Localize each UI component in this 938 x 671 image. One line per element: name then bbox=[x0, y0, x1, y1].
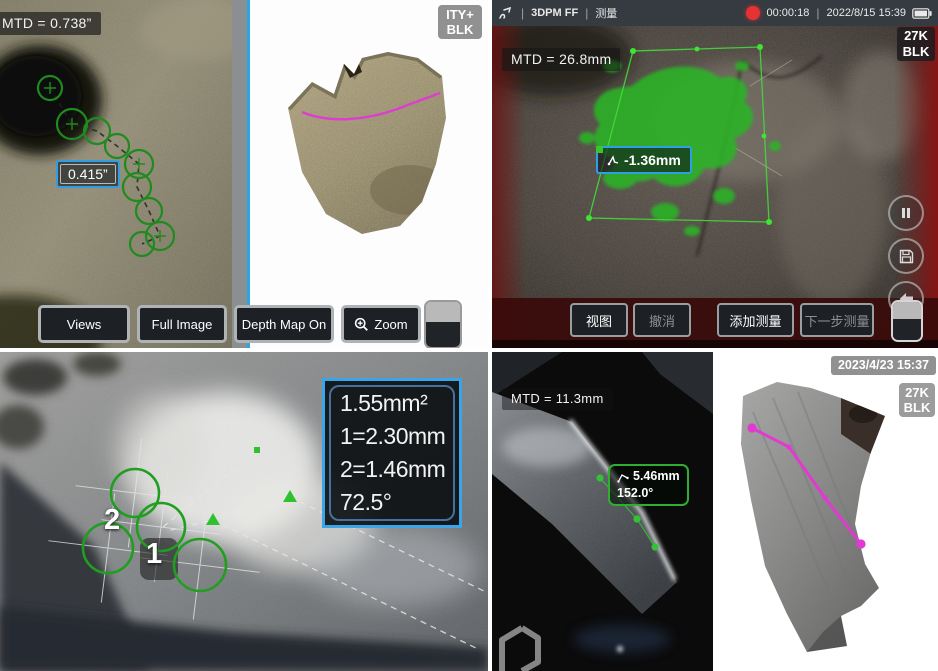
mtd-readout: MTD = 26.8mm bbox=[502, 48, 620, 71]
length2-result: 2=1.46mm bbox=[340, 453, 444, 486]
zoom-button-label: Zoom bbox=[374, 317, 407, 332]
image-mode-badge: ITY+ BLK bbox=[438, 5, 482, 39]
angle-result: 72.5° bbox=[340, 486, 444, 519]
next-measurement-button[interactable]: 下一步测量 bbox=[800, 303, 874, 337]
cursor-number-2: 2 bbox=[104, 504, 120, 537]
record-indicator-icon bbox=[746, 6, 760, 20]
point-cloud-area-a[interactable] bbox=[250, 0, 488, 348]
depth-map-button[interactable]: Depth Map On bbox=[234, 305, 334, 343]
length1-result: 1=2.30mm bbox=[340, 420, 444, 453]
save-icon bbox=[899, 249, 914, 264]
battery-icon bbox=[912, 8, 932, 19]
badge-line-2: BLK bbox=[903, 400, 931, 415]
mtd-readout: MTD = 11.3mm bbox=[502, 388, 613, 410]
views-button[interactable]: Views bbox=[38, 305, 130, 343]
badge-line-2: BLK bbox=[901, 44, 931, 60]
pause-button[interactable] bbox=[888, 195, 924, 231]
tab-measure[interactable]: 测量 bbox=[595, 5, 617, 21]
length-angle-label[interactable]: 5.46mm 152.0° bbox=[608, 464, 689, 506]
screen-toggle-bottom bbox=[893, 319, 921, 340]
active-corner-marker bbox=[596, 146, 603, 153]
panel-depth-profile-inch: MTD = 0.738” 0.415” ITY+ BLK Views Full … bbox=[0, 0, 488, 348]
pause-icon bbox=[900, 207, 912, 219]
point-cloud-a bbox=[250, 0, 488, 348]
measurement-value: 0.415” bbox=[60, 164, 116, 184]
area-result: 1.55mm² bbox=[340, 387, 444, 420]
save-button[interactable] bbox=[888, 238, 924, 274]
screen-toggle[interactable] bbox=[424, 300, 462, 348]
badge-line-1: 27K bbox=[903, 385, 931, 400]
quality-badge: 27K BLK bbox=[897, 27, 935, 61]
quality-badge: 27K BLK bbox=[899, 383, 935, 417]
depth-map-button-label: Depth Map On bbox=[242, 317, 327, 332]
panel-3dpm-measure: | 3DPM FF | 测量 00:00:18 | 2022/8/15 15:3… bbox=[492, 0, 938, 348]
live-image-b bbox=[492, 26, 938, 348]
status-bar: | 3DPM FF | 测量 00:00:18 | 2022/8/15 15:3… bbox=[492, 0, 938, 26]
badge-line-1: 27K bbox=[901, 28, 931, 44]
screenshot-root: MTD = 0.738” 0.415” ITY+ BLK Views Full … bbox=[0, 0, 938, 671]
badge-line-1: ITY+ bbox=[442, 7, 478, 22]
separator: | bbox=[585, 6, 588, 20]
magnifier-icon bbox=[354, 317, 369, 332]
measurement-result-label[interactable]: 0.415” bbox=[56, 160, 120, 188]
add-measurement-button[interactable]: 添加测量 bbox=[717, 303, 794, 337]
record-time: 00:00:18 bbox=[767, 7, 810, 19]
cursor-number-1: 1 bbox=[146, 538, 162, 571]
full-image-button[interactable]: Full Image bbox=[137, 305, 227, 343]
undo-button-label: 撤消 bbox=[649, 311, 675, 330]
mtd-readout: MTD = 0.738” bbox=[0, 12, 101, 35]
separator: | bbox=[816, 6, 819, 20]
measurement-result-box: 1.55mm² 1=2.30mm 2=1.46mm 72.5° bbox=[322, 378, 462, 528]
length-row: 5.46mm bbox=[617, 468, 680, 485]
panel-area-angle-result: 2 1 1.55mm² 1=2.30mm 2=1.46mm 72.5° bbox=[0, 352, 488, 671]
depth-measure-icon bbox=[607, 154, 620, 167]
undo-button[interactable]: 撤消 bbox=[633, 303, 691, 337]
view-button-label: 视图 bbox=[586, 311, 612, 330]
depth-result-label[interactable]: -1.36mm bbox=[596, 146, 692, 174]
mode-indicator: 3DPM FF bbox=[531, 7, 578, 19]
screen-toggle-bottom bbox=[426, 322, 460, 347]
next-measurement-button-label: 下一步测量 bbox=[804, 311, 869, 330]
screen-toggle[interactable] bbox=[891, 300, 923, 342]
length-value: 5.46mm bbox=[633, 468, 680, 485]
separator: | bbox=[521, 6, 524, 20]
zoom-button[interactable]: Zoom bbox=[341, 305, 421, 343]
badge-line-2: BLK bbox=[442, 22, 478, 37]
length-measure-icon bbox=[617, 471, 629, 483]
side-icon-column bbox=[888, 195, 924, 317]
views-button-label: Views bbox=[67, 317, 101, 332]
full-image-button-label: Full Image bbox=[152, 317, 213, 332]
add-measurement-button-label: 添加测量 bbox=[729, 311, 781, 330]
datetime: 2022/8/15 15:39 bbox=[826, 7, 906, 19]
datetime-badge: 2023/4/23 15:37 bbox=[831, 356, 936, 375]
panel-edge-measure: MTD = 11.3mm 5.46mm 152.0° 2023/4/23 15:… bbox=[492, 352, 938, 671]
screen-toggle-top bbox=[426, 302, 460, 322]
depth-value: -1.36mm bbox=[624, 152, 681, 168]
angle-value: 152.0° bbox=[617, 485, 680, 502]
split-divider bbox=[232, 0, 247, 348]
screen-toggle-top bbox=[893, 302, 921, 319]
softkey-row-a: Views Full Image Depth Map On Zoom bbox=[38, 305, 421, 343]
view-button[interactable]: 视图 bbox=[570, 303, 628, 337]
probe-icon bbox=[498, 6, 514, 20]
